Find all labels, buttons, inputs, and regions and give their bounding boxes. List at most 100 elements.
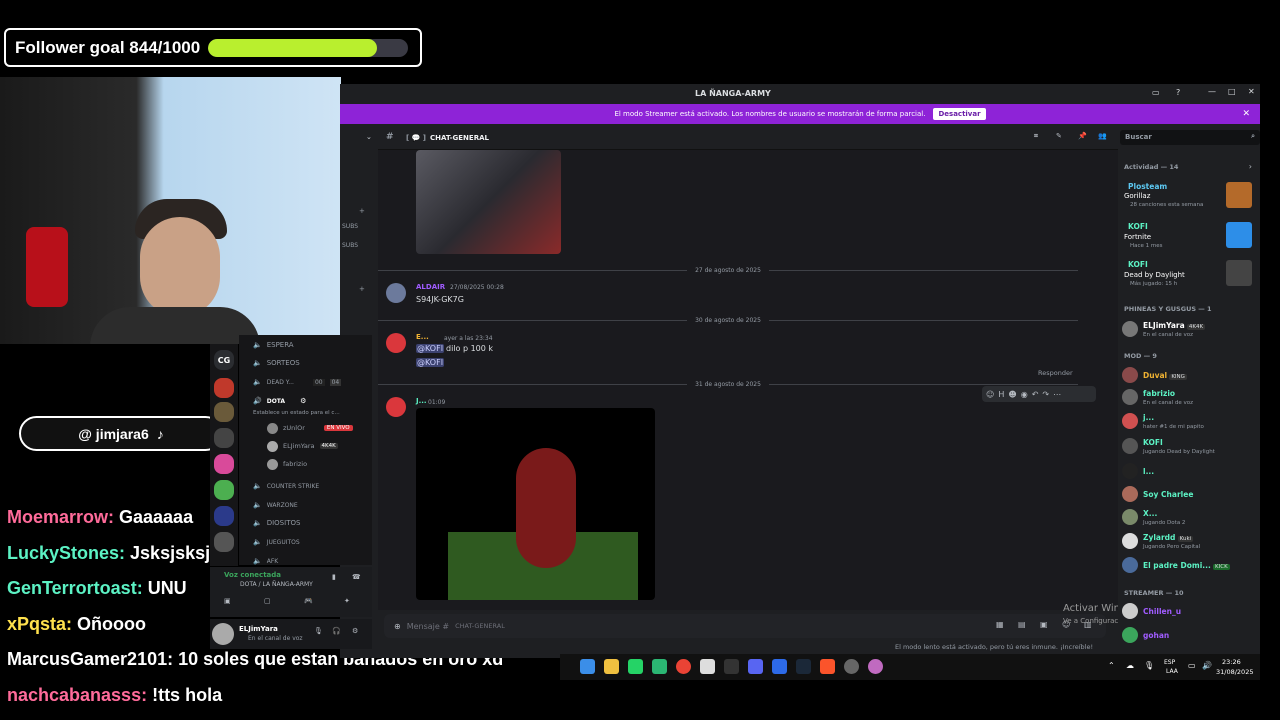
volume-icon[interactable]: 🔊	[1202, 661, 1212, 670]
microphone-icon[interactable]: 🎙	[314, 627, 323, 635]
chrome-icon[interactable]	[676, 659, 691, 674]
minimize-button[interactable]: —	[1208, 87, 1216, 96]
channel-item[interactable]: 🔈 COUNTER STRIKE	[253, 479, 319, 493]
activity-card[interactable]: KOFI Fortnite Hace 1 mes	[1122, 220, 1254, 252]
channel-item[interactable]: 🔈 AFK	[253, 554, 278, 568]
calendar-icon[interactable]	[700, 659, 715, 674]
signal-icon[interactable]: ▮	[332, 573, 336, 581]
user-mention[interactable]: @KOFI	[416, 344, 445, 353]
member-item[interactable]: Zylardd Kuki Jugando Pero Capital	[1122, 532, 1256, 550]
app-icon[interactable]	[868, 659, 883, 674]
member-item[interactable]: El padre Domi... KICK	[1122, 556, 1256, 574]
help-icon[interactable]: ?	[1176, 88, 1180, 97]
search-box[interactable]: Buscar ⌕	[1120, 130, 1260, 145]
reply-label[interactable]: Responder	[1038, 369, 1073, 377]
sticker-icon[interactable]: ▣	[1040, 620, 1048, 629]
channel-item[interactable]: 🔈 ESPERA	[253, 338, 294, 352]
server-icon[interactable]	[214, 480, 234, 500]
member-item[interactable]: fabrizio En el canal de voz	[1122, 388, 1256, 406]
mute-icon[interactable]: ✎	[1056, 132, 1062, 140]
avatar[interactable]	[386, 283, 406, 303]
search-input[interactable]: Buscar	[1125, 133, 1152, 141]
file-explorer-icon[interactable]	[604, 659, 619, 674]
reaction-icon[interactable]: ☻	[1008, 390, 1016, 399]
server-icon[interactable]	[214, 378, 234, 398]
add-icon[interactable]: +	[359, 207, 365, 215]
more-icon[interactable]: ⋯	[1053, 390, 1061, 399]
gift-icon[interactable]: ▦	[996, 620, 1004, 629]
server-icon[interactable]	[214, 402, 234, 422]
message-author[interactable]: E...	[416, 333, 429, 341]
server-icon[interactable]	[214, 532, 234, 552]
avatar[interactable]	[386, 333, 406, 353]
attached-image-warrior[interactable]	[416, 408, 655, 600]
mic-tray-icon[interactable]: 🎙	[1144, 661, 1154, 670]
add-icon[interactable]: +	[359, 285, 365, 293]
maximize-button[interactable]: □	[1228, 87, 1236, 96]
screen-share-icon[interactable]: ▢	[264, 597, 271, 605]
message-author[interactable]: ALDAIR	[416, 283, 445, 291]
gif-icon[interactable]: ▤	[1018, 620, 1026, 629]
activity-icon[interactable]: 🎮	[304, 597, 313, 605]
member-item[interactable]: ELJimYara 4K4K En el canal de voz	[1122, 320, 1256, 338]
close-window-button[interactable]: ✕	[1248, 87, 1255, 96]
app-icon[interactable]	[772, 659, 787, 674]
chevron-down-icon[interactable]: ⌄	[366, 133, 372, 141]
soundboard-icon[interactable]: ✦	[344, 597, 350, 605]
member-item[interactable]: l...	[1122, 462, 1256, 480]
voice-user[interactable]: ELJimYara 4K4K	[267, 439, 338, 453]
reaction-icon[interactable]: H	[998, 390, 1004, 399]
disconnect-icon[interactable]: ☎	[352, 573, 361, 581]
attached-image-top[interactable]	[416, 150, 561, 254]
forward-icon[interactable]: ↷	[1042, 390, 1049, 399]
channel-item[interactable]: 🔈 DEAD Y... 00 04	[253, 375, 342, 389]
clock-date[interactable]: 31/08/2025	[1216, 668, 1253, 676]
app-icon[interactable]	[652, 659, 667, 674]
server-icon[interactable]	[214, 428, 234, 448]
channel-item[interactable]: 🔈 DIOSITOS	[253, 516, 300, 530]
channel-status[interactable]: Establece un estado para el c...	[253, 406, 340, 420]
channel-item[interactable]: 🔈 WARZONE	[253, 498, 298, 512]
activity-card[interactable]: KOFI Dead by Daylight Más jugado: 15 h	[1122, 258, 1254, 290]
clock-time[interactable]: 23:26	[1222, 658, 1241, 666]
add-reaction-icon[interactable]: ◉	[1021, 390, 1028, 399]
message-input[interactable]: ⊕ Mensaje # CHAT-GENERAL ▦ ▤ ▣ ☺ ▥	[384, 614, 1106, 638]
start-icon[interactable]	[580, 659, 595, 674]
voice-user[interactable]: fabrizio	[267, 457, 307, 471]
member-item[interactable]: Duval KING	[1122, 366, 1256, 384]
channel-item[interactable]: 🔈 JUEGUITOS	[253, 535, 300, 549]
discord-icon[interactable]	[748, 659, 763, 674]
message-author[interactable]: J...	[416, 397, 427, 405]
voice-user[interactable]: zUnlOr EN VIVO	[267, 421, 353, 435]
channel-item[interactable]: 🔈 SORTEOS	[253, 356, 300, 370]
members-icon[interactable]: 👥	[1098, 132, 1107, 140]
camera-icon[interactable]: ▣	[224, 597, 231, 605]
epic-games-icon[interactable]	[724, 659, 739, 674]
close-banner-icon[interactable]: ✕	[1242, 109, 1250, 119]
whatsapp-icon[interactable]	[628, 659, 643, 674]
member-item[interactable]: Soy Charlee	[1122, 485, 1256, 503]
member-item[interactable]: X... Jugando Dota 2	[1122, 508, 1256, 526]
language-sub-label[interactable]: LAA	[1166, 668, 1178, 675]
deactivate-streamer-button[interactable]: Desactivar	[933, 108, 986, 120]
server-icon[interactable]	[214, 506, 234, 526]
member-item[interactable]: j... hater #1 de mi papito	[1122, 412, 1256, 430]
activity-card[interactable]: Plosteam Gorillaz 28 canciones esta sema…	[1122, 180, 1254, 212]
steam-icon[interactable]	[796, 659, 811, 674]
monitor-icon[interactable]: ▭	[1188, 661, 1196, 670]
avatar[interactable]	[212, 623, 234, 645]
headphones-icon[interactable]: 🎧	[332, 627, 341, 635]
tray-chevron-icon[interactable]: ⌃	[1108, 661, 1115, 670]
server-icon[interactable]	[214, 454, 234, 474]
member-item[interactable]: gohan	[1122, 626, 1256, 644]
chevron-right-icon[interactable]: ›	[1249, 162, 1252, 171]
pin-icon[interactable]: 📌	[1078, 132, 1087, 140]
gear-icon[interactable]: ⚙	[352, 627, 358, 635]
user-mention[interactable]: @KOFI	[416, 358, 445, 367]
member-item[interactable]: Chillen_u	[1122, 602, 1256, 620]
network-icon[interactable]: ☁	[1126, 661, 1134, 670]
voice-channel-label[interactable]: DOTA / LA ÑANGA-ARMY	[240, 581, 313, 588]
reply-icon[interactable]: ↶	[1032, 390, 1039, 399]
server-icon[interactable]: CG	[214, 350, 234, 370]
reaction-icon[interactable]: ☺	[986, 390, 994, 399]
